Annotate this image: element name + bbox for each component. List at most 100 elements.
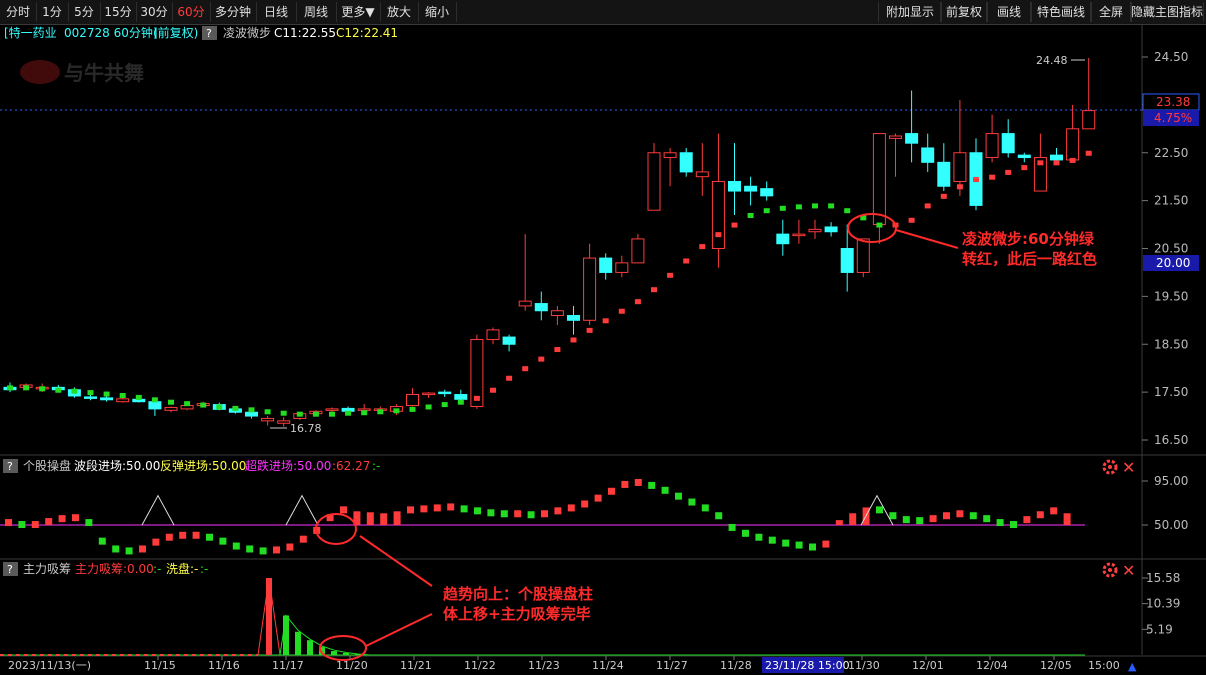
lbwb-dash <box>135 394 142 400</box>
candle-body <box>406 394 419 407</box>
x-axis-label: 11/15 <box>144 659 176 672</box>
toolbar-btn-2[interactable]: 5分 <box>68 2 101 22</box>
panel2-mark <box>889 512 897 520</box>
panel2-mark <box>581 500 589 508</box>
bull-logo-icon <box>20 60 60 84</box>
panel3-bar <box>295 631 301 655</box>
y-axis-label: 21.50 <box>1154 194 1188 208</box>
toolbar-btn-11[interactable]: 缩小 <box>418 2 457 22</box>
close-icon-panel2[interactable]: ✕ <box>1122 458 1135 477</box>
toolbar-btn-4[interactable]: 30分 <box>136 2 173 22</box>
lbwb-dash <box>457 399 464 405</box>
candle-body <box>615 262 629 273</box>
panel2-mark <box>782 539 790 547</box>
scroll-right-icon[interactable]: ▲ <box>1128 660 1137 673</box>
candle-body <box>937 161 951 187</box>
toolbar-right-btn-0[interactable]: 附加显示 <box>878 2 942 22</box>
panel2-mark <box>152 538 160 546</box>
x-axis-label: 11/27 <box>656 659 688 672</box>
candle-body <box>518 300 532 307</box>
panel2-mark <box>125 547 133 555</box>
panel2-mark <box>219 537 227 545</box>
toolbar-right-btn-3[interactable]: 特色画线 <box>1030 2 1092 22</box>
lbwb-dash <box>361 410 368 416</box>
panel2-bar <box>393 511 401 525</box>
stock-name: [特一药业 <box>4 25 57 40</box>
candle-body <box>792 233 806 237</box>
candle-body <box>744 185 758 192</box>
lbwb-dash <box>876 222 883 228</box>
x-axis-last: 15:00 <box>1088 659 1120 672</box>
lbwb-dash <box>651 287 657 293</box>
toolbar-right-btn-2[interactable]: 画线 <box>986 2 1032 22</box>
toolbar-btn-0[interactable]: 分时 <box>0 2 37 22</box>
chart-area[interactable]: [特一药业 002728 60分钟] (前复权) ? 凌波微步 C11:22.5… <box>0 24 1206 675</box>
candle-body <box>84 396 97 399</box>
candle-body <box>454 394 468 400</box>
candle-body <box>711 180 725 250</box>
lbwb-dash <box>844 208 851 214</box>
candle-body <box>550 310 564 317</box>
toolbar-right-btn-1[interactable]: 前复权 <box>940 2 988 22</box>
lbwb-dash <box>699 244 706 250</box>
panel2-bar <box>1063 513 1071 525</box>
y-axis-label: 24.50 <box>1154 50 1188 64</box>
lbwb-dash <box>329 411 335 417</box>
indicator-c1: C11:22.55 <box>274 26 336 40</box>
toolbar-btn-3[interactable]: 15分 <box>100 2 137 22</box>
toolbar-btn-6[interactable]: 多分钟 <box>210 2 257 22</box>
candle-body <box>679 152 693 173</box>
panel2-bar <box>380 513 388 525</box>
x-axis-label: 12/05 <box>1040 659 1072 672</box>
lbwb-dash <box>634 299 641 305</box>
toolbar-btn-9[interactable]: 更多▼ <box>336 2 381 22</box>
settings-icon-panel3[interactable] <box>1102 562 1118 578</box>
toolbar-right-btn-5[interactable]: 隐藏主图指标 <box>1130 2 1204 22</box>
candle-body <box>534 303 548 312</box>
lbwb-dash <box>168 399 174 405</box>
panel2-mark <box>554 507 562 515</box>
panel3-bar <box>343 653 349 655</box>
cursor-price: 20.00 <box>1156 256 1190 270</box>
panel3-value2: :- <box>200 562 208 576</box>
lbwb-dash <box>506 375 513 381</box>
x-axis-label: 11/16 <box>208 659 240 672</box>
close-icon-panel3[interactable]: ✕ <box>1122 561 1135 580</box>
panel2-mark <box>72 514 79 522</box>
toolbar-right-btn-4[interactable]: 全屏 <box>1090 2 1132 22</box>
panel2-mark <box>165 533 173 541</box>
lbwb-dash <box>1069 157 1076 163</box>
panel2-mark <box>206 533 213 541</box>
min-price-label: 16.78 <box>290 422 322 435</box>
settings-icon-panel2[interactable] <box>1102 459 1118 475</box>
toolbar-btn-7[interactable]: 日线 <box>256 2 297 22</box>
annotation-arrow-main <box>895 229 959 249</box>
panel2-bar <box>849 513 857 525</box>
lbwb-dash <box>232 405 239 411</box>
lbwb-dash <box>23 385 30 391</box>
x-axis-label: 11/28 <box>720 659 752 672</box>
toolbar-btn-8[interactable]: 周线 <box>296 2 337 22</box>
panel2-mark <box>45 518 53 526</box>
toolbar-btn-5[interactable]: 60分 <box>172 2 211 22</box>
toolbar-btn-10[interactable]: 放大 <box>380 2 419 22</box>
y-axis-label: 18.50 <box>1154 337 1188 351</box>
help-icon-glyph: ? <box>206 27 212 40</box>
panel3-y-label: 15.58 <box>1146 571 1180 585</box>
panel2-mark <box>755 533 763 541</box>
panel2-mark <box>929 515 937 523</box>
panel2-y-label: 95.00 <box>1154 474 1188 488</box>
panel3-y-label: 10.39 <box>1146 597 1180 611</box>
candle-body <box>116 398 130 403</box>
annotation-sub-line1: 趋势向上：个股操盘柱 <box>443 585 593 603</box>
panel2-mark <box>809 543 816 551</box>
lbwb-dash <box>71 388 78 394</box>
panel2-mark <box>876 506 883 514</box>
toolbar-btn-1[interactable]: 1分 <box>36 2 69 22</box>
panel2-mark <box>715 512 723 520</box>
panel2-mark <box>541 510 548 518</box>
panel2-mark <box>514 510 522 518</box>
candle-body <box>695 171 709 178</box>
candle-body <box>148 401 162 410</box>
panel2-mark <box>139 545 146 553</box>
